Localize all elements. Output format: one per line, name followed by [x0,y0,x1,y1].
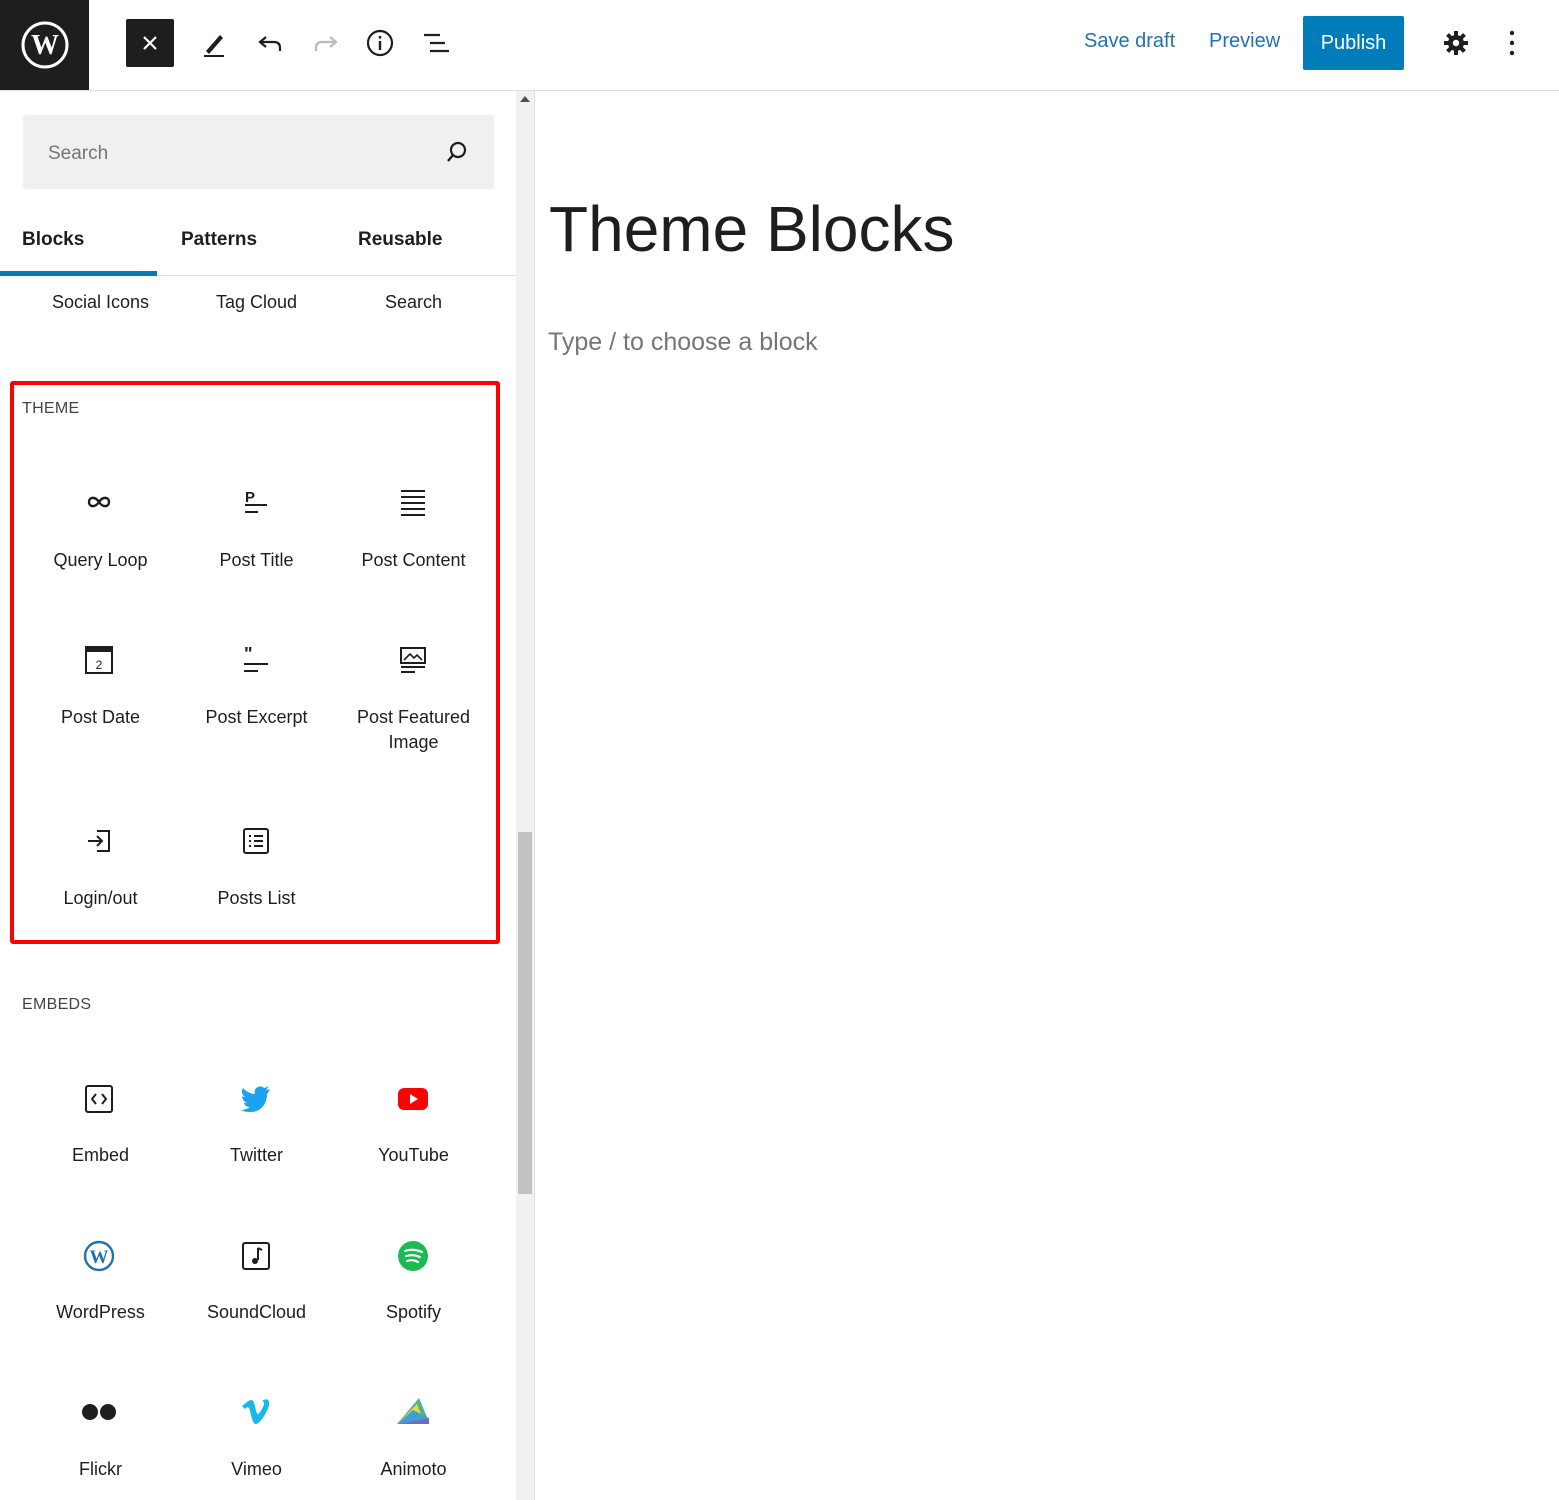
save-draft-button[interactable]: Save draft [1084,30,1175,53]
close-icon [143,36,157,50]
top-toolbar: W Save draft Preview Publish [0,0,1559,91]
redo-icon [314,36,338,51]
block-flickr[interactable]: Flickr [22,1457,179,1482]
embeds-section-title: EMBEDS [22,996,92,1013]
more-vertical-icon [1509,30,1515,56]
wordpress-logo-icon: W [21,21,68,69]
scrollbar-thumb[interactable] [518,832,532,1194]
undo-icon [258,36,282,51]
theme-highlight-box [10,381,500,944]
pencil-icon [204,35,224,57]
spotify-icon [393,1236,433,1276]
block-social-icons[interactable]: Social Icons [22,290,179,315]
block-spotify[interactable]: Spotify [335,1300,492,1325]
block-wordpress[interactable]: WordPress [22,1300,179,1325]
twitter-icon [236,1079,276,1119]
block-placeholder[interactable]: Type / to choose a block [548,328,818,357]
tab-blocks[interactable]: Blocks [22,229,84,251]
search-icon [447,141,467,162]
soundcloud-icon [236,1236,276,1276]
edit-tool-button[interactable] [190,19,238,67]
preview-button[interactable]: Preview [1209,30,1280,53]
block-animoto[interactable]: Animoto [335,1457,492,1482]
block-tag-cloud[interactable]: Tag Cloud [178,290,335,315]
animoto-icon [393,1392,433,1432]
youtube-icon [393,1079,433,1119]
embed-icon [79,1079,119,1119]
search-placeholder: Search [48,143,109,164]
flickr-icon [79,1392,119,1432]
gear-icon [1444,31,1468,55]
publish-button[interactable]: Publish [1303,16,1404,70]
redo-button[interactable] [302,19,350,67]
block-vimeo[interactable]: Vimeo [178,1457,335,1482]
block-twitter[interactable]: Twitter [178,1143,335,1168]
block-search[interactable]: Search [335,290,492,315]
block-youtube[interactable]: YouTube [335,1143,492,1168]
wordpress-icon: W [79,1236,119,1276]
undo-button[interactable] [246,19,294,67]
wordpress-logo-button[interactable]: W [0,0,89,90]
svg-text:W: W [31,30,59,61]
scroll-up-arrow-icon[interactable] [520,96,530,102]
info-icon [366,29,394,57]
options-button[interactable] [1488,19,1536,67]
inserter-scrollbar[interactable] [516,91,535,1500]
list-view-icon [424,33,449,53]
tab-reusable[interactable]: Reusable [358,229,442,251]
settings-button[interactable] [1432,19,1480,67]
block-embed[interactable]: Embed [22,1143,179,1168]
list-view-button[interactable] [412,19,460,67]
inserter-tabs: Blocks Patterns Reusable [0,221,516,276]
tab-patterns[interactable]: Patterns [181,229,257,251]
close-inserter-button[interactable] [126,19,174,67]
block-soundcloud[interactable]: SoundCloud [178,1300,335,1325]
active-tab-indicator [0,271,157,276]
vimeo-icon [236,1392,276,1432]
block-search-input[interactable]: Search [23,115,494,189]
post-title-field[interactable]: Theme Blocks [549,192,954,266]
details-button[interactable] [356,19,404,67]
svg-text:W: W [90,1247,109,1268]
